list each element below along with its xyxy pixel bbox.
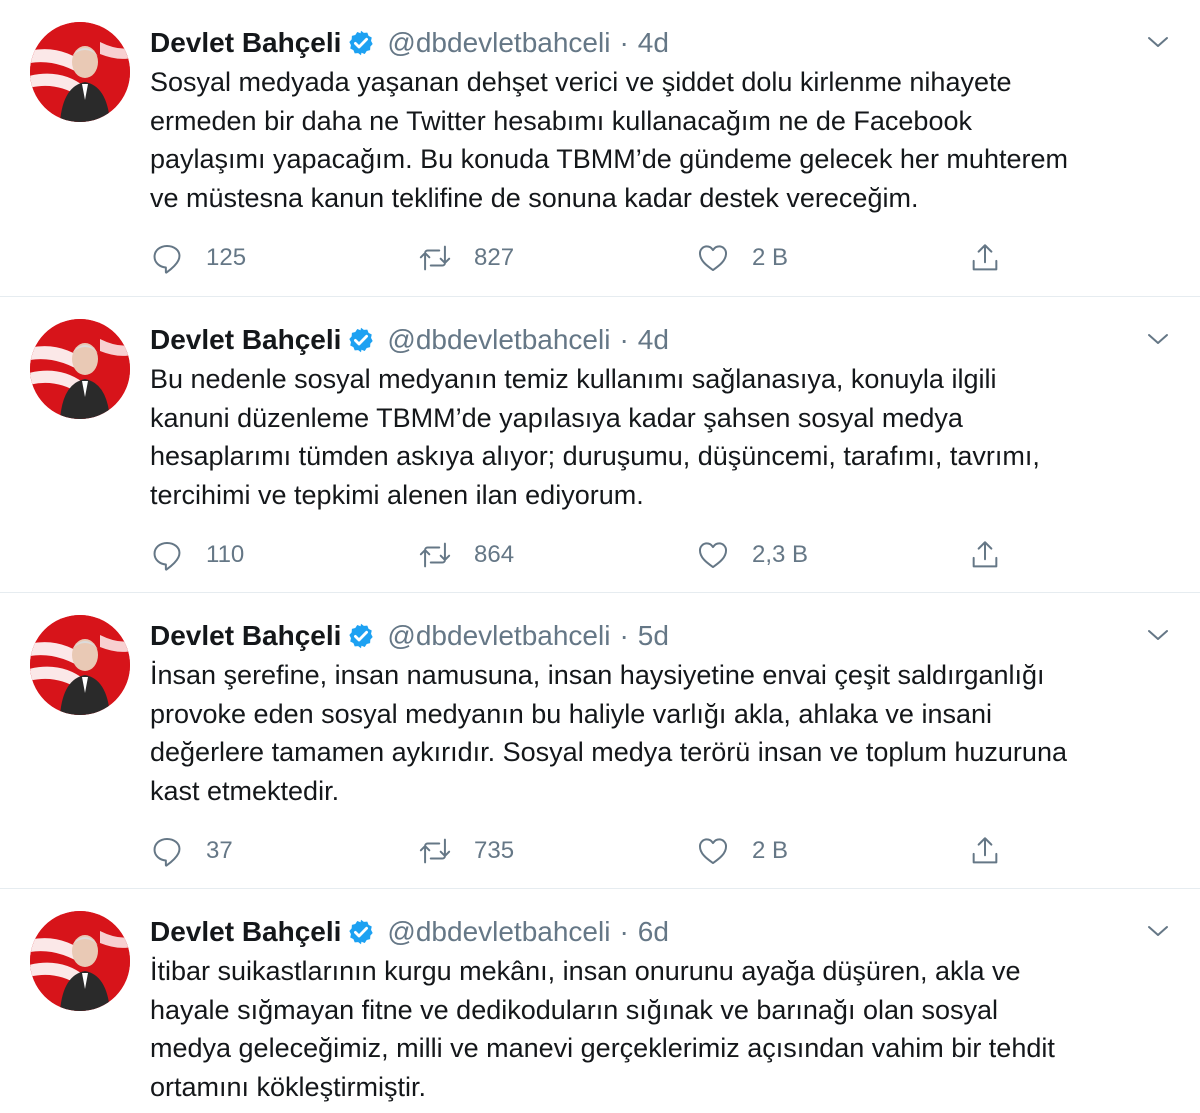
reply-button[interactable]: 37 (150, 829, 233, 873)
verified-badge-icon (347, 918, 375, 946)
like-button[interactable]: 2 B (696, 829, 788, 873)
author-handle[interactable]: @dbdevletbahceli (387, 916, 610, 948)
tweet-text: Sosyal medyada yaşanan dehşet verici ve … (150, 63, 1180, 217)
author-handle[interactable]: @dbdevletbahceli (387, 324, 610, 356)
like-button[interactable]: 2 B (696, 236, 788, 280)
tweet-text-line: İtibar suikastlarının kurgu mekânı, insa… (150, 956, 1021, 986)
chevron-down-icon[interactable] (1146, 327, 1170, 351)
tweet-actions: 110 864 2,3 B (150, 533, 1010, 577)
reply-count: 125 (206, 244, 247, 271)
separator-dot: · (619, 324, 629, 355)
separator-dot: · (619, 27, 629, 58)
reply-icon (153, 244, 181, 274)
retweet-button[interactable]: 735 (418, 829, 514, 873)
retweet-icon (419, 838, 451, 864)
tweet-text-line: tercihimi ve tepkimi alenen ilan ediyoru… (150, 479, 644, 510)
tweet-text: İnsan şerefine, insan namusuna, insan ha… (150, 656, 1180, 810)
share-icon (972, 244, 998, 271)
author-name[interactable]: Devlet Bahçeli (150, 324, 341, 356)
tweet-timestamp[interactable]: 4d (638, 27, 669, 59)
tweet-actions: 125 827 2 B (150, 236, 1010, 280)
tweet[interactable]: Devlet Bahçeli @dbdevletbahceli · 4d Sos… (0, 0, 1200, 297)
tweet-timestamp[interactable]: 4d (638, 324, 669, 356)
like-button[interactable]: 2,3 B (696, 533, 808, 577)
tweet-header: Devlet Bahçeli @dbdevletbahceli · 5d (150, 618, 669, 654)
tweet-text-line: İnsan şerefine, insan namusuna, insan ha… (150, 660, 1045, 690)
tweet-text-line: ortamını kökleştirmiştir. (150, 1071, 427, 1102)
author-name[interactable]: Devlet Bahçeli (150, 27, 341, 59)
tweet[interactable]: Devlet Bahçeli @dbdevletbahceli · 6d İti… (0, 889, 1200, 1113)
tweet-timestamp[interactable]: 5d (638, 620, 669, 652)
tweet-text-line: Bu nedenle sosyal medyanın temiz kullanı… (150, 364, 997, 394)
share-icon (972, 541, 998, 568)
tweet-header: Devlet Bahçeli @dbdevletbahceli · 4d (150, 322, 669, 358)
share-button[interactable] (968, 533, 1002, 577)
reply-count: 37 (206, 837, 233, 864)
like-count: 2,3 B (752, 541, 809, 568)
chevron-down-icon[interactable] (1146, 30, 1170, 54)
tweet-feed: Devlet Bahçeli @dbdevletbahceli · 4d Sos… (0, 0, 1200, 1113)
share-button[interactable] (968, 829, 1002, 873)
tweet-text-line: kanuni düzenleme TBMM’de yapılasıya kada… (150, 402, 963, 433)
tweet-text-line: medya geleceğimiz, milli ve manevi gerçe… (150, 1033, 1055, 1063)
retweet-count: 827 (474, 244, 515, 271)
avatar[interactable] (30, 911, 130, 1011)
author-handle[interactable]: @dbdevletbahceli (387, 620, 610, 652)
verified-badge-icon (347, 326, 375, 354)
retweet-count: 864 (474, 541, 515, 568)
author-name[interactable]: Devlet Bahçeli (150, 620, 341, 652)
reply-icon (153, 837, 181, 867)
heart-icon (698, 542, 728, 569)
chevron-down-icon[interactable] (1146, 919, 1170, 943)
heart-icon (698, 838, 728, 865)
reply-button[interactable]: 125 (150, 236, 246, 280)
tweet-header: Devlet Bahçeli @dbdevletbahceli · 6d (150, 914, 669, 950)
tweet-text-line: ve müstesna kanun teklifine de sonuna ka… (150, 182, 919, 213)
tweet-text-line: ermeden bir daha ne Twitter hesabımı kul… (150, 105, 972, 136)
retweet-icon (419, 542, 451, 568)
retweet-button[interactable]: 827 (418, 236, 514, 280)
separator-dot: · (619, 916, 629, 947)
author-name[interactable]: Devlet Bahçeli (150, 916, 341, 948)
tweet-text-line: Sosyal medyada yaşanan dehşet verici ve … (150, 67, 1012, 97)
verified-badge-icon (347, 622, 375, 650)
tweet-text-line: değerlere tamamen aykırıdır. Sosyal medy… (150, 737, 1067, 767)
tweet-actions: 37 735 2 B (150, 829, 1010, 873)
reply-count: 110 (206, 541, 245, 568)
tweet[interactable]: Devlet Bahçeli @dbdevletbahceli · 4d Bu … (0, 297, 1200, 593)
heart-icon (698, 245, 728, 272)
like-count: 2 B (752, 837, 789, 864)
avatar[interactable] (30, 319, 130, 419)
tweet-text: İtibar suikastlarının kurgu mekânı, insa… (150, 952, 1180, 1106)
tweet-text: Bu nedenle sosyal medyanın temiz kullanı… (150, 360, 1180, 514)
tweet[interactable]: Devlet Bahçeli @dbdevletbahceli · 5d İns… (0, 593, 1200, 889)
reply-icon (153, 541, 181, 571)
tweet-text-line: paylaşımı yapacağım. Bu konuda TBMM’de g… (150, 144, 1068, 174)
share-icon (972, 837, 998, 864)
verified-badge-icon (347, 29, 375, 57)
retweet-button[interactable]: 864 (418, 533, 514, 577)
tweet-text-line: hesaplarımı tümden askıya alıyor; duruşu… (150, 441, 1040, 471)
tweet-text-line: provoke eden sosyal medyanın bu haliyle … (150, 698, 992, 729)
avatar[interactable] (30, 22, 130, 122)
chevron-down-icon[interactable] (1146, 623, 1170, 647)
separator-dot: · (619, 620, 629, 651)
retweet-count: 735 (474, 837, 515, 864)
retweet-icon (419, 245, 451, 271)
avatar[interactable] (30, 615, 130, 715)
tweet-text-line: hayale sığmayan fitne ve dedikoduların s… (150, 994, 999, 1025)
author-handle[interactable]: @dbdevletbahceli (387, 27, 610, 59)
tweet-timestamp[interactable]: 6d (638, 916, 669, 948)
tweet-header: Devlet Bahçeli @dbdevletbahceli · 4d (150, 25, 669, 61)
share-button[interactable] (968, 236, 1002, 280)
tweet-text-line: kast etmektedir. (150, 775, 340, 806)
like-count: 2 B (752, 244, 789, 271)
reply-button[interactable]: 110 (150, 533, 244, 577)
